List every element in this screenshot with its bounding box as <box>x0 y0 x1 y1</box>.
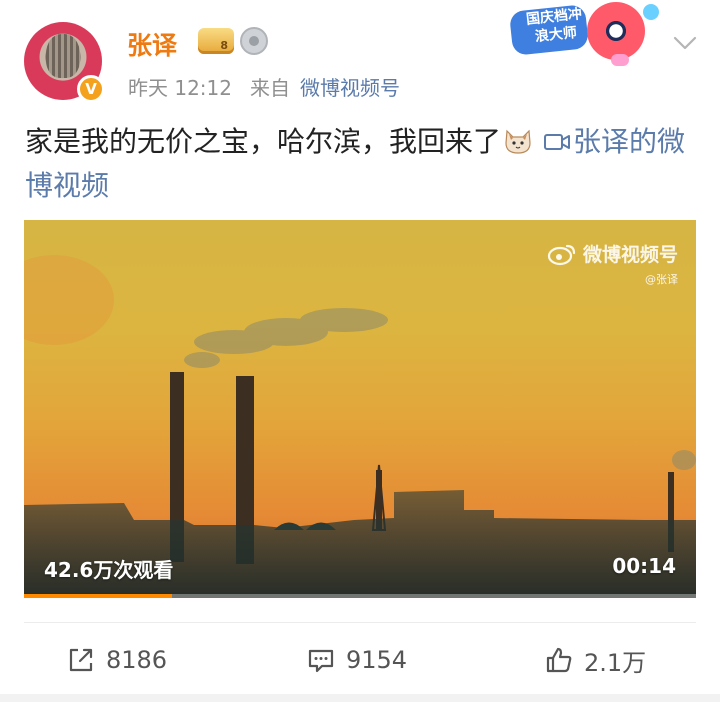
post-content: 家是我的无价之宝，哈尔滨，我回来了 张译的微博视频 <box>25 120 697 208</box>
post-text: 家是我的无价之宝，哈尔滨，我回来了 <box>25 125 502 158</box>
post-meta: 昨天 12:12 来自 微博视频号 <box>128 72 400 101</box>
comment-button[interactable]: 9154 <box>306 640 407 680</box>
chevron-down-icon[interactable] <box>672 30 698 56</box>
silver-medal-badge[interactable] <box>240 27 268 55</box>
video-player[interactable]: 微博视频号 @张译 42.6万次观看 00:14 <box>24 220 696 598</box>
video-progress-bar[interactable] <box>24 594 696 598</box>
cat-face-emoji-icon <box>505 129 531 154</box>
like-button[interactable]: 2.1万 <box>544 640 646 680</box>
share-icon <box>69 648 93 672</box>
promo-mascot-icon <box>587 2 645 60</box>
author-name[interactable]: 张译 <box>127 26 177 62</box>
video-duration: 00:14 <box>612 554 676 578</box>
promo-text: 国庆档冲浪大师 <box>525 6 583 46</box>
share-count: 8186 <box>106 646 168 674</box>
avatar-cat-image <box>46 34 80 78</box>
weibo-logo-icon <box>547 244 576 265</box>
promo-heart-icon <box>611 54 629 66</box>
like-count: 2.1万 <box>584 648 647 677</box>
post-header: V 张译 昨天 12:12 来自微博视频号 国庆档冲浪大师 <box>0 0 720 110</box>
video-progress-fill <box>24 594 172 598</box>
comment-count: 9154 <box>346 646 408 674</box>
view-count: 42.6万次观看 <box>44 558 174 582</box>
watermark-text: 微博视频号 <box>582 244 678 266</box>
post-source-link[interactable]: 微博视频号 <box>300 76 400 100</box>
watermark-author: @张译 <box>645 273 678 286</box>
verified-badge: V <box>77 75 105 103</box>
share-button[interactable]: 8186 <box>66 640 167 680</box>
divider <box>24 622 696 623</box>
video-watermark: 微博视频号 @张译 <box>547 240 678 287</box>
thumbs-up-icon <box>546 647 572 673</box>
gold-member-badge[interactable] <box>198 28 234 54</box>
video-camera-icon <box>544 134 571 150</box>
comment-icon <box>308 649 334 673</box>
post-time: 昨天 12:12 <box>128 76 232 100</box>
bottom-separator <box>0 694 720 702</box>
from-label: 来自 <box>250 76 290 100</box>
national-day-promo-sticker[interactable]: 国庆档冲浪大师 <box>507 0 662 72</box>
promo-star-icon <box>643 4 659 20</box>
